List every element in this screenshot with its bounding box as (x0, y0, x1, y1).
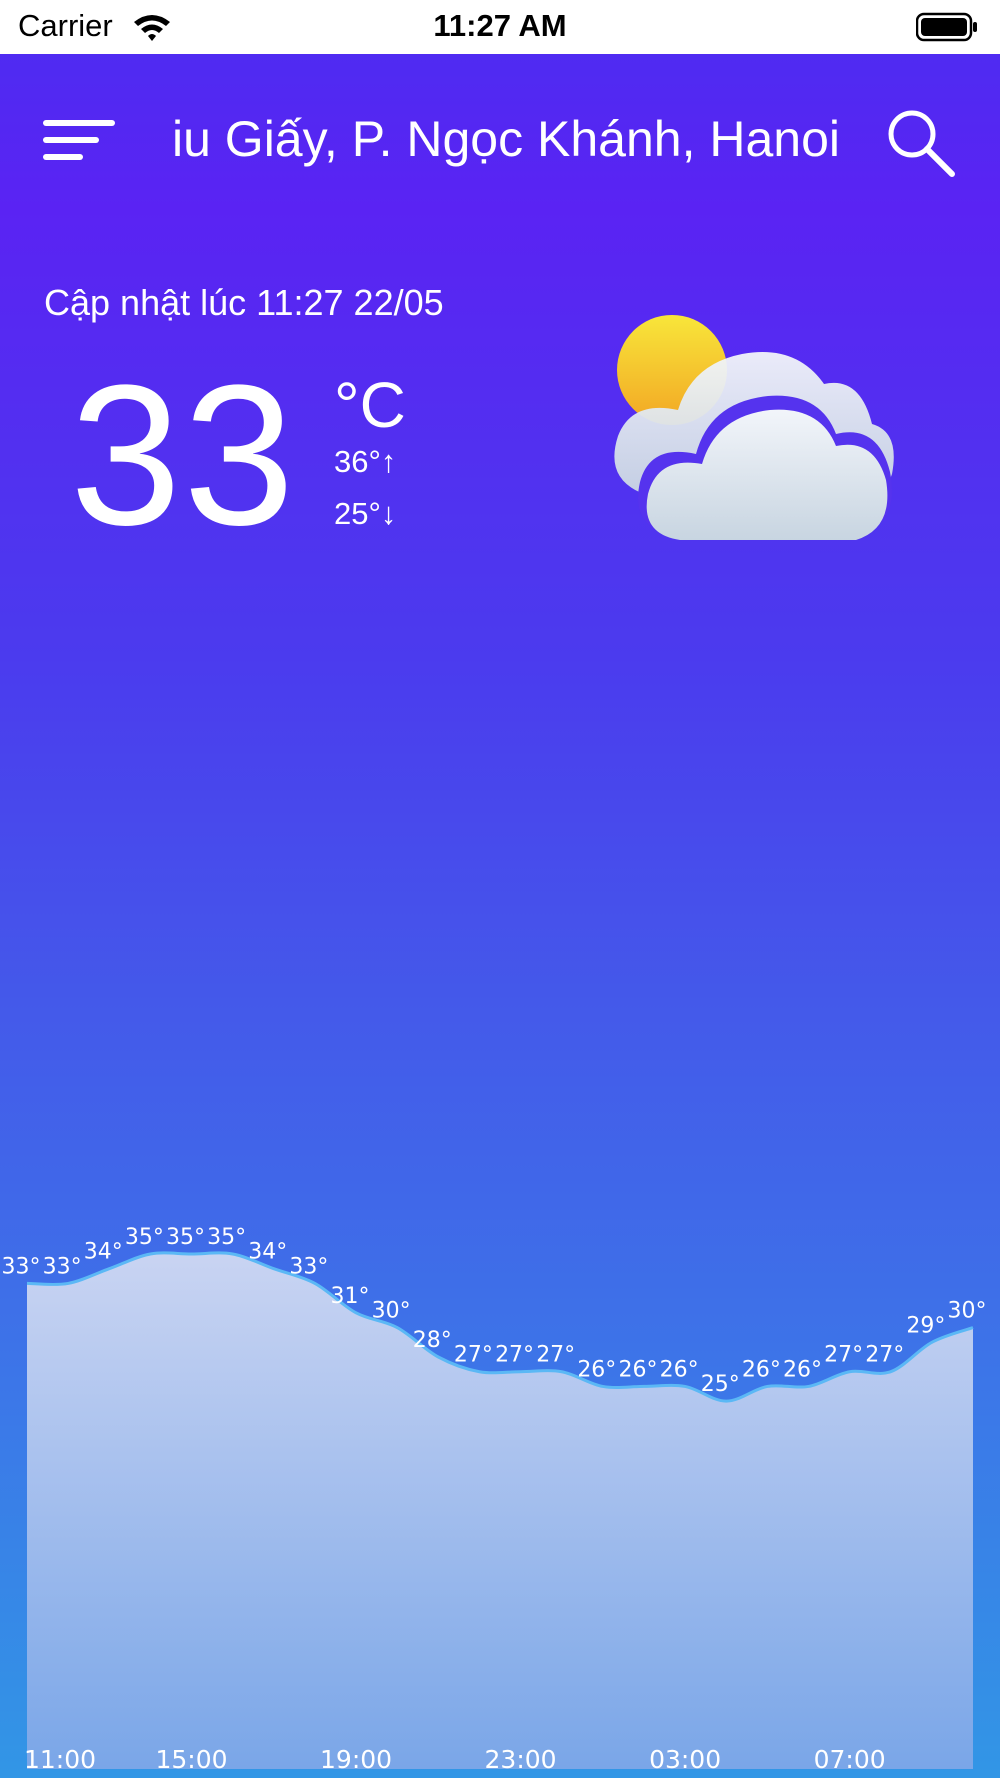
temperature-value-label: 31° (331, 1284, 370, 1309)
temperature-value-label: 30° (372, 1299, 411, 1324)
time-tick-label: 07:00 (814, 1745, 886, 1774)
temperature-value-label: 33° (289, 1254, 328, 1279)
temperature-value-label: 34° (248, 1240, 287, 1265)
temperature-value-label: 26° (742, 1357, 781, 1382)
temperature-value-label: 27° (865, 1343, 904, 1368)
temperature-value-label: 35° (125, 1225, 164, 1250)
temperature-value-label: 28° (413, 1328, 452, 1353)
temperature-unit: °C (334, 369, 406, 441)
status-bar: Carrier 11:27 AM (0, 0, 1000, 54)
battery-icon (916, 12, 977, 42)
menu-icon[interactable] (40, 116, 118, 166)
updated-time: Cập nhật lúc 11:27 22/05 (44, 282, 444, 323)
temperature-value-label: 27° (824, 1343, 863, 1368)
hourly-temperature-chart: 33° 33°34°35° 35° 35°34°33°31°30°28°27° 27° 2… (2, 1225, 987, 1774)
location-title: iu Giấy, P. Ngọc Khánh, Hanoi (172, 111, 840, 167)
temperature-value-label: 33° (43, 1254, 82, 1279)
temperature-value-label: 33° (2, 1254, 41, 1279)
temperature-value-label: 34° (84, 1240, 123, 1265)
temperature-value-label: 35° (166, 1225, 205, 1250)
temperature-value-label: 27° (495, 1343, 534, 1368)
time-tick-label: 19:00 (320, 1745, 392, 1774)
time-tick-label: 15:00 (155, 1745, 227, 1774)
temperature-value-label: 26° (577, 1357, 616, 1382)
temperature-high: 36°↑ (334, 444, 397, 479)
main-screen: iu Giấy, P. Ngọc Khánh, Hanoi Cập nhật l… (0, 54, 1000, 1778)
temperature-value-label: 35° (207, 1225, 246, 1250)
temperature-value-label: 29° (906, 1313, 945, 1338)
status-time: 11:27 AM (433, 8, 567, 43)
temperature-area (27, 1252, 973, 1769)
temperature-value-label: 30° (948, 1299, 987, 1324)
time-tick-label: 23:00 (485, 1745, 557, 1774)
temperature-value-label: 26° (660, 1357, 699, 1382)
partly-cloudy-icon (614, 315, 894, 540)
current-temperature: 33 (70, 344, 297, 567)
temperature-value-label: 27° (536, 1343, 575, 1368)
temperature-value-label: 26° (783, 1357, 822, 1382)
time-tick-label: 11:00 (24, 1745, 96, 1774)
location-title-container: iu Giấy, P. Ngọc Khánh, Hanoi (160, 106, 840, 176)
temperature-value-label: 27° (454, 1343, 493, 1368)
time-tick-label: 03:00 (649, 1745, 721, 1774)
temperature-value-label: 26° (618, 1357, 657, 1382)
search-icon[interactable] (882, 104, 958, 180)
temperature-low: 25°↓ (334, 496, 397, 531)
temperature-value-label: 25° (701, 1372, 740, 1397)
